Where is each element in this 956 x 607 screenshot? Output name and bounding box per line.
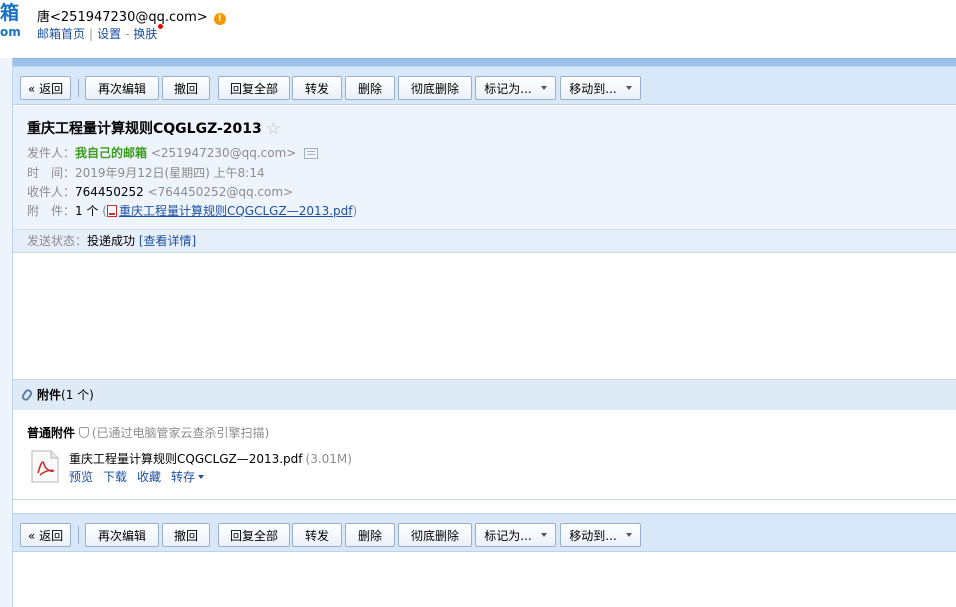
time-row: 时 间：2019年9月12日(星期四) 上午8:14 bbox=[27, 164, 265, 181]
forward-button[interactable]: 转发 bbox=[292, 523, 342, 547]
delete-button[interactable]: 删除 bbox=[345, 76, 395, 100]
pdf-icon bbox=[106, 205, 117, 217]
nav-separator: | bbox=[89, 27, 94, 41]
delete-button[interactable]: 删除 bbox=[345, 523, 395, 547]
chevron-down-icon bbox=[625, 533, 632, 537]
scan-note: (已通过电脑管家云查杀引擎扫描) bbox=[78, 426, 270, 440]
chevron-down-icon bbox=[625, 86, 632, 90]
move-to-label: 移动到... bbox=[569, 528, 617, 543]
toolbar-separator bbox=[78, 79, 79, 97]
reedit-button[interactable]: 再次编辑 bbox=[85, 76, 159, 100]
mail-home-link[interactable]: 邮箱首页 bbox=[37, 27, 85, 41]
user-email: <251947230@qq.com> bbox=[50, 10, 208, 25]
subject-text: 重庆工程量计算规则CQGLGZ-2013 bbox=[27, 121, 262, 137]
nav-dash: - bbox=[125, 27, 130, 41]
attachment-file-row: 重庆工程量计算规则CQGCLGZ—2013.pdf (3.01M) bbox=[69, 450, 352, 467]
attachment-file-size: (3.01M) bbox=[305, 452, 352, 466]
mark-as-dropdown[interactable]: 标记为... bbox=[475, 76, 556, 100]
attachment-section-count: (1 个) bbox=[61, 388, 94, 402]
attachment-link[interactable]: 重庆工程量计算规则CQGCLGZ—2013.pdf bbox=[119, 204, 353, 218]
mail-toolbar-top: « 返回 再次编辑 撤回 回复全部 转发 删除 彻底删除 标记为... 移动到.… bbox=[13, 66, 956, 105]
warning-icon[interactable]: ! bbox=[213, 13, 226, 25]
reply-all-button[interactable]: 回复全部 bbox=[218, 76, 290, 100]
sender-address: <251947230@qq.com> bbox=[150, 146, 297, 160]
paren-close: ) bbox=[352, 204, 358, 218]
toolbar-separator bbox=[78, 526, 79, 544]
time-value: 2019年9月12日(星期四) 上午8:14 bbox=[75, 166, 265, 180]
header-nav: 邮箱首页 | 设置 - 换肤 bbox=[37, 24, 164, 42]
attachment-row: 附 件：1 个 (重庆工程量计算规则CQGCLGZ—2013.pdf) bbox=[27, 202, 357, 219]
time-label: 时 间： bbox=[27, 166, 76, 180]
chevron-down-icon bbox=[198, 475, 205, 479]
qq-mail-logo[interactable]: 箱 om bbox=[0, 2, 21, 39]
attachment-section-header: 附件(1 个) bbox=[13, 379, 956, 410]
pdf-file-icon[interactable] bbox=[31, 450, 59, 483]
recipient-label: 收件人： bbox=[27, 185, 76, 199]
mark-as-dropdown[interactable]: 标记为... bbox=[475, 523, 556, 547]
permanent-delete-button[interactable]: 彻底删除 bbox=[398, 523, 472, 547]
attachment-file-name[interactable]: 重庆工程量计算规则CQGCLGZ—2013.pdf bbox=[69, 452, 303, 466]
forward-button[interactable]: 转发 bbox=[292, 76, 342, 100]
recipient-row: 收件人：764450252 <764450252@qq.com> bbox=[27, 183, 293, 200]
download-link[interactable]: 下载 bbox=[103, 470, 127, 484]
save-to-label: 转存 bbox=[171, 470, 196, 484]
mail-header-panel: 重庆工程量计算规则CQGLGZ-2013 ☆ 发件人：我自己的邮箱 <251947… bbox=[13, 106, 956, 253]
save-to-link[interactable]: 转存 bbox=[171, 470, 205, 484]
settings-link[interactable]: 设置 bbox=[97, 27, 121, 41]
back-button[interactable]: « 返回 bbox=[20, 76, 71, 100]
star-icon[interactable]: ☆ bbox=[266, 119, 281, 139]
contact-card-icon[interactable] bbox=[304, 148, 319, 159]
mark-as-label: 标记为... bbox=[484, 528, 532, 543]
frame-left-border bbox=[0, 58, 13, 607]
new-dot-icon bbox=[158, 24, 164, 29]
back-button[interactable]: « 返回 bbox=[20, 523, 71, 547]
permanent-delete-button[interactable]: 彻底删除 bbox=[398, 76, 472, 100]
logo-text-line1: 箱 bbox=[0, 2, 20, 24]
sender-label: 发件人： bbox=[27, 146, 76, 160]
attachment-kind-label: 普通附件 bbox=[27, 426, 76, 440]
status-value: 投递成功 bbox=[87, 234, 136, 248]
attachment-label: 附 件： bbox=[27, 204, 76, 218]
move-to-dropdown[interactable]: 移动到... bbox=[560, 76, 641, 100]
mark-as-label: 标记为... bbox=[484, 81, 532, 96]
change-skin-link[interactable]: 换肤 bbox=[133, 27, 157, 41]
recipient-address: <764450252@qq.com> bbox=[147, 185, 294, 199]
mail-subject: 重庆工程量计算规则CQGLGZ-2013 ☆ bbox=[27, 118, 281, 139]
reedit-button[interactable]: 再次编辑 bbox=[85, 523, 159, 547]
recall-button[interactable]: 撤回 bbox=[162, 76, 210, 100]
attachment-kind-row: 普通附件 (已通过电脑管家云查杀引擎扫描) bbox=[27, 424, 269, 441]
reply-all-button[interactable]: 回复全部 bbox=[218, 523, 290, 547]
view-details-link[interactable]: [查看详情] bbox=[139, 234, 196, 248]
paperclip-icon bbox=[20, 387, 34, 403]
user-account-line: 唐<251947230@qq.com>! bbox=[37, 6, 226, 25]
move-to-label: 移动到... bbox=[569, 81, 617, 96]
chevron-down-icon bbox=[540, 533, 547, 537]
chevron-down-icon bbox=[540, 86, 547, 90]
preview-link[interactable]: 预览 bbox=[69, 470, 93, 484]
move-to-dropdown[interactable]: 移动到... bbox=[560, 523, 641, 547]
favorite-link[interactable]: 收藏 bbox=[137, 470, 161, 484]
attachment-actions: 预览 下载 收藏 转存 bbox=[69, 468, 214, 485]
sender-name[interactable]: 我自己的邮箱 bbox=[75, 146, 147, 160]
recall-button[interactable]: 撤回 bbox=[162, 523, 210, 547]
attachment-count: 1 个 bbox=[75, 204, 99, 218]
mail-toolbar-bottom: « 返回 再次编辑 撤回 回复全部 转发 删除 彻底删除 标记为... 移动到.… bbox=[13, 513, 956, 552]
logo-text-line2: om bbox=[0, 25, 21, 39]
delivery-status-row: 发送状态：投递成功 [查看详情] bbox=[13, 229, 956, 253]
frame-top-bar bbox=[0, 58, 956, 66]
user-name: 唐 bbox=[37, 10, 51, 25]
top-header: 箱 om 唐<251947230@qq.com>! 邮箱首页 | 设置 - 换肤 bbox=[0, 0, 956, 58]
attachment-list: 普通附件 (已通过电脑管家云查杀引擎扫描) 重庆工程量计算规则CQGCLGZ—2… bbox=[13, 410, 956, 500]
scan-note-text: (已通过电脑管家云查杀引擎扫描) bbox=[91, 426, 270, 440]
attachment-title: 附件 bbox=[37, 388, 62, 402]
recipient-name[interactable]: 764450252 bbox=[75, 185, 144, 199]
status-label: 发送状态： bbox=[27, 234, 88, 248]
shield-icon bbox=[78, 427, 89, 438]
sender-row: 发件人：我自己的邮箱 <251947230@qq.com> bbox=[27, 144, 319, 161]
divider bbox=[13, 252, 956, 253]
